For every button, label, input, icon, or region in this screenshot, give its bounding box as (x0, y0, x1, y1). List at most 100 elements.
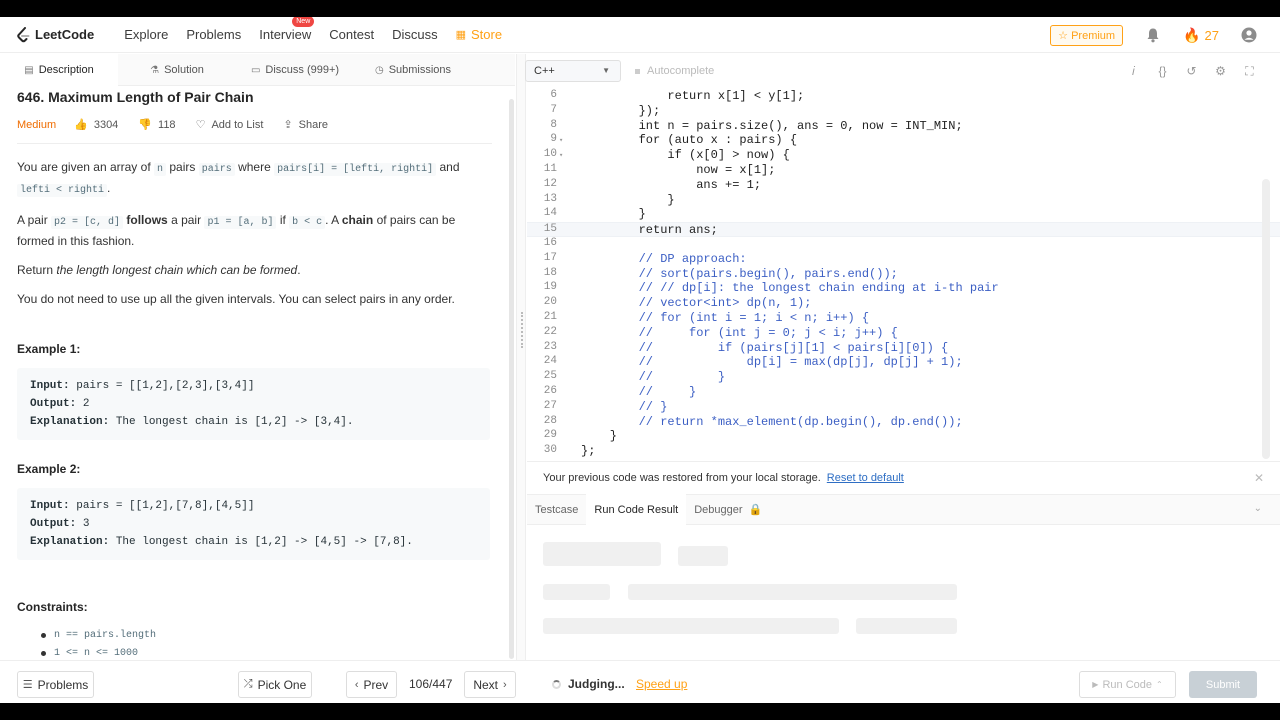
heart-icon: ♡ (195, 119, 206, 131)
tab-description-label: Description (38, 64, 94, 76)
nav-discuss[interactable]: Discuss (392, 27, 438, 42)
tab-run-code-result[interactable]: Run Code Result (586, 494, 687, 525)
code-line[interactable]: 8 int n = pairs.size(), ans = 0, now = I… (527, 119, 1280, 134)
reset-to-default-link[interactable]: Reset to default (827, 472, 904, 484)
code-line[interactable]: 6 return x[1] < y[1]; (527, 89, 1280, 104)
pick-one-button[interactable]: ⤮ Pick One (238, 671, 312, 698)
settings-icon[interactable]: ⚙ (1206, 64, 1235, 78)
chevron-left-icon: ‹ (354, 678, 359, 691)
fold-arrow-icon[interactable]: ▾ (559, 151, 563, 160)
code-line[interactable]: 17 // DP approach: (527, 252, 1280, 267)
code-line[interactable]: 30}; (527, 444, 1280, 459)
prev-label: Prev (363, 677, 389, 692)
code-text: } (581, 192, 675, 207)
code-line[interactable]: 7 }); (527, 104, 1280, 119)
autocomplete-label: Autocomplete (647, 65, 715, 77)
dislike-button[interactable]: 👎 118 (138, 118, 175, 132)
prev-button[interactable]: ‹ Prev (346, 671, 397, 698)
desc-text: if (279, 213, 286, 227)
label: Output: (30, 518, 77, 530)
code-text: } (581, 207, 646, 222)
line-number: 11 (543, 163, 557, 175)
language-value: C++ (534, 65, 555, 77)
code-line[interactable]: 19 // // dp[i]: the longest chain ending… (527, 281, 1280, 296)
tab-discuss[interactable]: ▭ Discuss (999+) (236, 54, 354, 86)
run-code-button[interactable]: ▶ Run Code ⌃ (1079, 671, 1176, 698)
language-select[interactable]: C++ ▼ (525, 60, 621, 82)
code-line[interactable]: 15 return ans; (527, 222, 1280, 238)
inline-code: pairs (198, 163, 235, 176)
loading-skeleton (543, 618, 839, 634)
nav-store[interactable]: ▦ Store (456, 27, 502, 42)
line-number: 8 (550, 118, 557, 131)
autocomplete-toggle[interactable]: Autocomplete (635, 65, 714, 77)
problems-button[interactable]: ☰ Problems (17, 671, 94, 698)
avatar-icon[interactable] (1241, 27, 1257, 43)
bell-icon[interactable] (1145, 27, 1161, 43)
code-line[interactable]: 16 (527, 237, 1280, 252)
close-icon[interactable]: ✕ (1254, 471, 1264, 485)
code-line[interactable]: 14 } (527, 207, 1280, 222)
tab-solution[interactable]: ⚗ Solution (118, 54, 236, 86)
submit-button[interactable]: Submit (1189, 671, 1257, 698)
code-line[interactable]: 18 // sort(pairs.begin(), pairs.end()); (527, 267, 1280, 282)
code-text: now = x[1]; (581, 163, 776, 177)
editor-scrollbar[interactable] (1262, 179, 1270, 459)
example-2-box: Input: pairs = [[1,2],[7,8],[4,5]] Outpu… (17, 488, 490, 560)
line-number: 26 (543, 385, 557, 397)
streak-count[interactable]: 27 (1205, 28, 1219, 43)
speed-up-link[interactable]: Speed up (636, 677, 687, 691)
tab-submissions[interactable]: ◷ Submissions (354, 54, 472, 86)
next-button[interactable]: Next › (464, 671, 516, 698)
code-line[interactable]: 10 ▾ if (x[0] > now) { (527, 148, 1280, 163)
tab-discuss-label: Discuss (999+) (265, 64, 340, 76)
code-text: // return *max_element(dp.begin(), dp.en… (581, 414, 963, 429)
code-line[interactable]: 26 // } (527, 385, 1280, 400)
nav-problems[interactable]: Problems (186, 27, 241, 42)
braces-icon[interactable]: {} (1148, 64, 1177, 78)
code-line[interactable]: 9 ▾ for (auto x : pairs) { (527, 133, 1280, 148)
fold-arrow-icon[interactable]: ▾ (559, 136, 563, 145)
code-line[interactable]: 22 // for (int j = 0; j < i; j++) { (527, 326, 1280, 341)
example-1-explanation: Explanation: The longest chain is [1,2] … (30, 413, 477, 431)
fullscreen-icon[interactable]: ⛶ (1235, 64, 1264, 79)
code-line[interactable]: 13 } (527, 193, 1280, 208)
code-line[interactable]: 28 // return *max_element(dp.begin(), dp… (527, 415, 1280, 430)
code-line[interactable]: 23 // if (pairs[j][1] < pairs[i][0]) { (527, 341, 1280, 356)
info-icon[interactable]: 𝑖 (1119, 64, 1148, 79)
chevron-down-icon[interactable]: ⌄ (1254, 503, 1262, 514)
line-number: 28 (543, 414, 557, 427)
code-text: // DP approach: (581, 251, 747, 266)
nav-explore[interactable]: Explore (124, 27, 168, 42)
example-1-box: Input: pairs = [[1,2],[2,3],[3,4]] Outpu… (17, 368, 490, 440)
leetcode-logo[interactable]: LeetCode (16, 26, 94, 43)
reset-icon[interactable]: ↺ (1177, 64, 1206, 78)
code-line[interactable]: 12 ans += 1; (527, 178, 1280, 193)
add-to-list-button[interactable]: ♡ Add to List (195, 118, 264, 132)
tab-testcase[interactable]: Testcase (527, 494, 586, 525)
line-number: 30 (543, 444, 557, 457)
tab-debugger[interactable]: Debugger 🔒 (686, 494, 770, 525)
chevron-right-icon: › (503, 678, 507, 691)
premium-button[interactable]: ☆ Premium (1050, 24, 1124, 46)
code-line[interactable]: 27 // } (527, 400, 1280, 415)
code-line[interactable]: 29 } (527, 429, 1280, 444)
code-line[interactable]: 25 // } (527, 370, 1280, 385)
nav-contest[interactable]: Contest (329, 27, 374, 42)
description-scrollbar[interactable] (509, 99, 514, 659)
code-line[interactable]: 24 // dp[i] = max(dp[j], dp[j] + 1); (527, 355, 1280, 370)
share-button[interactable]: ⇪ Share (283, 118, 328, 132)
line-number: 15 (543, 223, 557, 236)
line-number: 25 (543, 370, 557, 383)
code-line[interactable]: 11 now = x[1]; (527, 163, 1280, 178)
code-line[interactable]: 21 // for (int i = 1; i < n; i++) { (527, 311, 1280, 326)
chevron-up-icon: ⌃ (1156, 680, 1163, 689)
nav-interview[interactable]: Interview New (259, 17, 315, 42)
like-button[interactable]: 👍 3304 (74, 118, 118, 132)
code-line[interactable]: 20 // vector<int> dp(n, 1); (527, 296, 1280, 311)
code-editor[interactable]: 6 return x[1] < y[1]; 7 }); 8 int n = pair… (527, 89, 1280, 460)
tab-description[interactable]: ▤ Description (0, 54, 118, 86)
code-text: int n = pairs.size(), ans = 0, now = INT… (581, 118, 963, 133)
panel-resizer[interactable] (516, 54, 526, 660)
judging-label: Judging... (568, 677, 625, 691)
